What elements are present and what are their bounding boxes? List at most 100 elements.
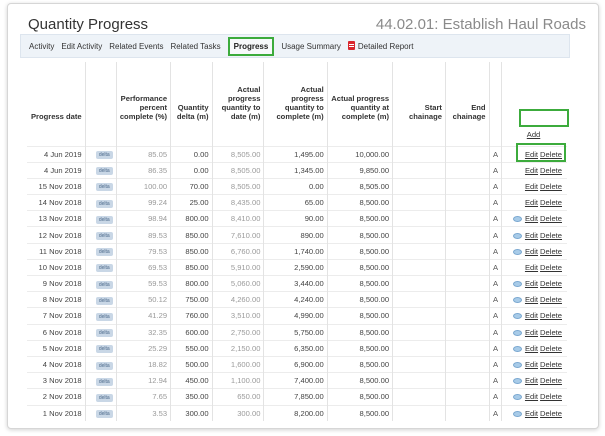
tab-related-events[interactable]: Related Events (109, 42, 163, 51)
delete-link[interactable]: Delete (540, 311, 562, 320)
delete-link[interactable]: Delete (540, 328, 562, 337)
column-header-actions (502, 62, 567, 124)
at-complete-cell: 9,850.00 (327, 161, 394, 179)
delete-link[interactable]: Delete (540, 392, 562, 401)
type-badge-cell: delta (85, 372, 117, 389)
tab-usage-summary[interactable]: Usage Summary (281, 42, 341, 51)
approval-flag-cell: A (489, 291, 503, 308)
tab-progress[interactable]: Progress (227, 36, 275, 56)
delete-link[interactable]: Delete (540, 295, 562, 304)
to-complete-cell: 5,750.00 (263, 323, 328, 341)
delete-link[interactable]: Delete (540, 376, 562, 385)
delete-link[interactable]: Delete (540, 409, 562, 418)
comment-icon[interactable] (512, 248, 522, 255)
edit-link[interactable]: Edit (525, 150, 538, 159)
progress-date-cell: 8 Nov 2018 (27, 291, 86, 308)
edit-link[interactable]: Edit (525, 295, 538, 304)
comment-icon[interactable] (512, 329, 522, 336)
end-chainage-cell (445, 258, 490, 276)
column-header-progress-date[interactable]: Progress date (27, 62, 86, 124)
delta-badge: delta (95, 329, 113, 338)
edit-link[interactable]: Edit (525, 311, 538, 320)
delete-link[interactable]: Delete (540, 360, 562, 369)
delete-link[interactable]: Delete (540, 344, 562, 353)
edit-link[interactable]: Edit (525, 214, 538, 223)
actions-cell: Edit Delete (501, 307, 567, 325)
actions-cell: Edit Delete (501, 388, 567, 405)
quantity-delta-cell: 550.00 (170, 339, 213, 357)
delete-link[interactable]: Delete (540, 279, 562, 288)
delete-link[interactable]: Delete (540, 198, 562, 207)
delete-link[interactable]: Delete (540, 166, 562, 175)
comment-icon[interactable] (512, 313, 522, 320)
column-header-to-date[interactable]: Actual progress quantity to date (m) (212, 62, 265, 124)
to-date-cell: 2,750.00 (212, 323, 265, 341)
activity-reference: 44.02.01: Establish Haul Roads (375, 16, 586, 33)
performance-cell: 99.24 (116, 194, 172, 211)
comment-icon[interactable] (512, 394, 522, 401)
comment-icon[interactable] (512, 362, 522, 369)
edit-link[interactable]: Edit (525, 182, 538, 191)
at-complete-cell: 8,500.00 (327, 291, 394, 308)
tab-related-tasks[interactable]: Related Tasks (171, 42, 221, 51)
quantity-delta-cell: 850.00 (170, 242, 213, 260)
edit-link[interactable]: Edit (525, 231, 538, 240)
tab-edit-activity[interactable]: Edit Activity (61, 42, 102, 51)
comment-icon[interactable] (512, 345, 522, 352)
edit-link[interactable]: Edit (525, 409, 538, 418)
column-header-start-chainage[interactable]: Start chainage (392, 62, 446, 124)
to-date-cell: 2,150.00 (212, 339, 265, 357)
quantity-delta-cell: 800.00 (170, 274, 213, 292)
comment-icon[interactable] (512, 378, 522, 385)
actions-cell: Edit Delete (501, 355, 567, 373)
to-complete-cell: 7,850.00 (263, 388, 328, 405)
column-header-at-complete[interactable]: Actual progress quantity at complete (m) (327, 62, 394, 124)
edit-link[interactable]: Edit (525, 198, 538, 207)
edit-link[interactable]: Edit (525, 392, 538, 401)
comment-icon[interactable] (512, 232, 522, 239)
delete-link[interactable]: Delete (540, 150, 562, 159)
to-complete-cell: 1,345.00 (263, 161, 328, 179)
start-chainage-cell (392, 372, 446, 389)
type-badge-cell: delta (85, 258, 117, 276)
column-header-performance[interactable]: Performance percent complete (%) (116, 62, 172, 124)
table-row: 12 Nov 2018 delta 89.53 850.00 7,610.00 890.0… (27, 226, 567, 244)
column-header-quantity-delta[interactable]: Quantity delta (m) (170, 62, 213, 124)
delete-link[interactable]: Delete (540, 231, 562, 240)
edit-link[interactable]: Edit (525, 344, 538, 353)
start-chainage-cell (392, 339, 446, 357)
type-badge-cell: delta (85, 307, 117, 325)
to-date-cell: 8,505.00 (212, 161, 265, 179)
comment-icon[interactable] (512, 216, 522, 223)
delete-link[interactable]: Delete (540, 263, 562, 272)
comment-icon[interactable] (512, 281, 522, 288)
edit-link[interactable]: Edit (525, 360, 538, 369)
tab-activity[interactable]: Activity (29, 42, 54, 51)
end-chainage-cell (445, 372, 490, 389)
edit-link[interactable]: Edit (525, 263, 538, 272)
to-complete-cell: 3,440.00 (263, 274, 328, 292)
to-date-cell: 4,260.00 (212, 291, 265, 308)
edit-link[interactable]: Edit (525, 279, 538, 288)
delete-link[interactable]: Delete (540, 214, 562, 223)
edit-link[interactable]: Edit (525, 328, 538, 337)
performance-cell: 59.53 (116, 274, 172, 292)
edit-link[interactable]: Edit (525, 166, 538, 175)
approval-flag-cell: A (489, 355, 503, 373)
to-complete-cell: 6,350.00 (263, 339, 328, 357)
end-chainage-cell (445, 404, 490, 422)
approval-flag-cell: A (489, 210, 503, 227)
delete-link[interactable]: Delete (540, 247, 562, 256)
comment-icon[interactable] (512, 410, 522, 417)
column-header-end-chainage[interactable]: End chainage (445, 62, 490, 124)
edit-link[interactable]: Edit (525, 247, 538, 256)
tab-detailed-report[interactable]: Detailed Report (347, 41, 413, 51)
type-badge-cell: delta (85, 210, 117, 227)
table-row: 6 Nov 2018 delta 32.35 600.00 2,750.00 5,750.… (27, 323, 567, 341)
comment-icon[interactable] (512, 297, 522, 304)
add-button[interactable]: Add (527, 130, 541, 139)
edit-link[interactable]: Edit (525, 376, 538, 385)
to-complete-cell: 4,990.00 (263, 307, 328, 325)
column-header-to-complete[interactable]: Actual progress quantity to complete (m) (263, 62, 328, 124)
delete-link[interactable]: Delete (540, 182, 562, 191)
